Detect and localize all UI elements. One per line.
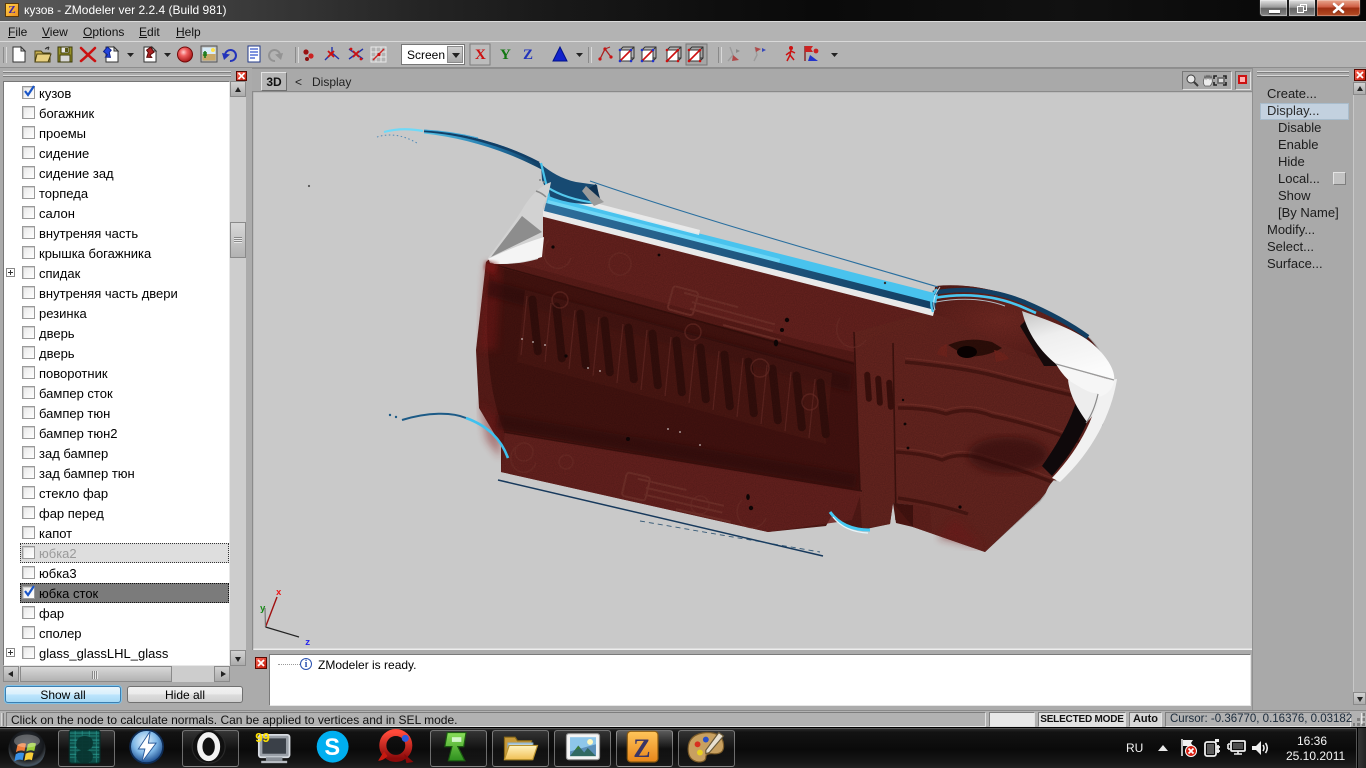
svg-text:Y: Y <box>500 47 511 63</box>
svg-text:z: z <box>305 638 310 648</box>
svg-text:Z: Z <box>633 734 650 763</box>
svg-text:Z: Z <box>523 47 533 63</box>
svg-text:S: S <box>324 734 340 760</box>
svg-text:99: 99 <box>255 730 269 745</box>
svg-text:X: X <box>475 47 486 63</box>
svg-text:x: x <box>276 588 282 598</box>
svg-text:y: y <box>260 604 266 614</box>
